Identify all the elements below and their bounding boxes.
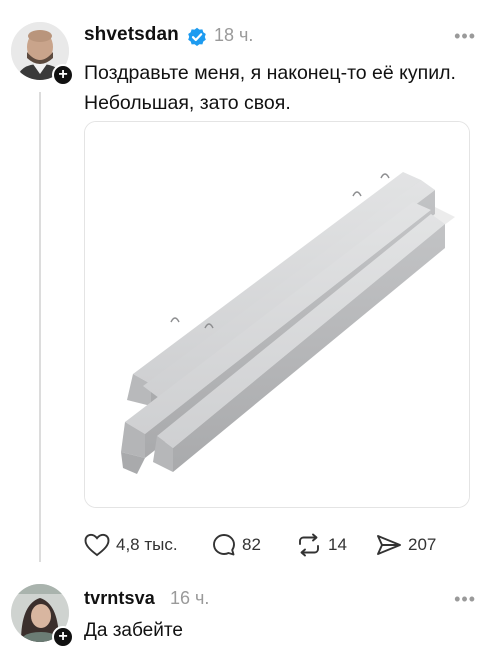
repost-icon xyxy=(299,533,319,557)
post-image[interactable] xyxy=(84,121,470,508)
reply-time: 16 ч. xyxy=(170,588,210,608)
like-button[interactable]: 4,8 тыс. xyxy=(84,531,178,559)
reply-avatar-container[interactable]: + xyxy=(11,584,74,648)
post: + shvetsdan 18 ч. ••• Поздравьте меня, я… xyxy=(0,0,500,570)
author-avatar-container[interactable]: + xyxy=(11,22,74,86)
author-username[interactable]: shvetsdan xyxy=(84,24,179,46)
like-count: 4,8 тыс. xyxy=(116,535,178,554)
comment-count: 82 xyxy=(242,535,261,554)
send-icon xyxy=(377,535,401,555)
verified-badge-icon xyxy=(188,27,206,46)
share-button[interactable]: 207 xyxy=(376,531,436,559)
share-count: 207 xyxy=(408,535,437,554)
reply-more-options-button[interactable]: ••• xyxy=(454,589,476,610)
post-time: 18 ч. xyxy=(214,25,254,45)
reply-post: + tvrntsva 16 ч. ••• Да забейте xyxy=(0,570,500,654)
reply-text: Да забейте xyxy=(84,620,183,641)
post-actions: 4,8 тыс. 82 14 207 xyxy=(84,531,484,559)
heart-icon xyxy=(84,533,110,557)
more-options-button[interactable]: ••• xyxy=(454,26,476,47)
comment-icon xyxy=(213,534,235,556)
repost-count: 14 xyxy=(328,535,347,554)
reply-username[interactable]: tvrntsva xyxy=(84,588,155,609)
concrete-piles-image xyxy=(85,122,469,507)
thread-line xyxy=(39,92,41,562)
reply-follow-plus-button[interactable]: + xyxy=(52,626,74,648)
repost-button[interactable]: 14 xyxy=(296,531,347,559)
follow-plus-button[interactable]: + xyxy=(52,64,74,86)
post-text: Поздравьте меня, я наконец-то её купил. … xyxy=(84,62,456,114)
comment-button[interactable]: 82 xyxy=(212,531,261,559)
